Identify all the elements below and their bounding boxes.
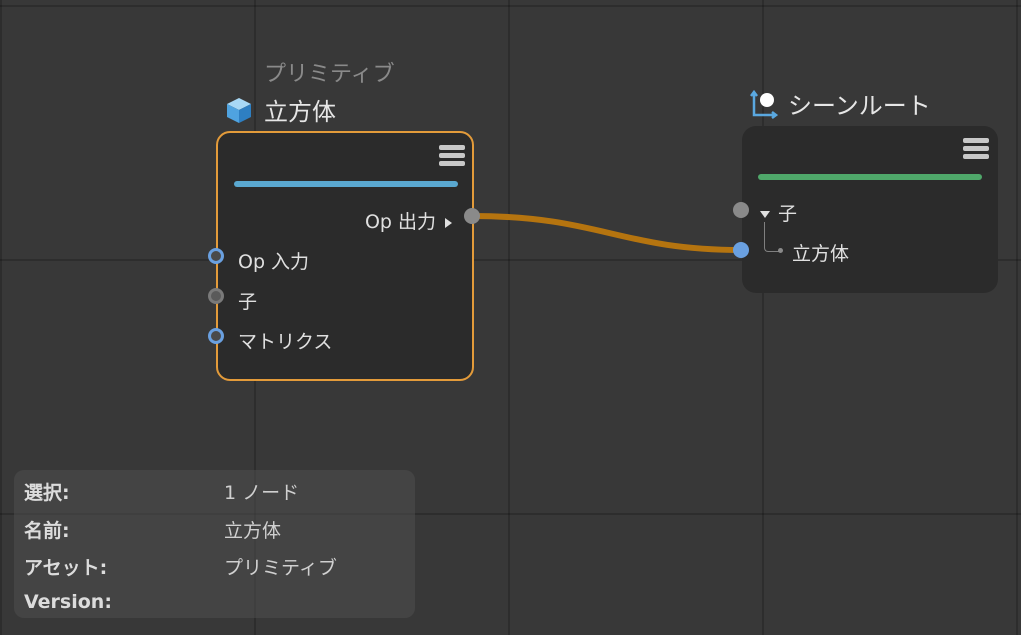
info-value: プリミティブ [224, 557, 337, 579]
info-label: アセット: [24, 557, 108, 579]
info-label: Version: [24, 591, 112, 613]
scene-root-icon [750, 89, 778, 119]
cube-node-subtitle: プリミティブ [264, 62, 395, 87]
scene-root-node-menu-icon[interactable] [963, 138, 989, 162]
wire-op-output-to-cube[interactable] [469, 213, 744, 253]
scene-root-port-child-item-connector[interactable] [733, 242, 749, 258]
info-value: 立方体 [224, 520, 282, 542]
collapse-arrow-icon[interactable] [760, 211, 770, 218]
tree-connector-line [764, 222, 779, 252]
tree-node-dot [778, 248, 783, 253]
cube-port-matrix: マトリクス [238, 327, 332, 354]
scene-root-port-child-item: 立方体 [792, 239, 849, 266]
cube-port-op-output-label: Op 出力 [364, 211, 436, 233]
cube-port-op-input: Op 入力 [238, 247, 309, 274]
cube-node-title[interactable]: 立方体 [224, 92, 336, 127]
scene-root-port-child-label: 子 [778, 203, 798, 225]
scene-root-port-child-item-label: 立方体 [792, 243, 850, 265]
cube-icon [227, 97, 251, 123]
cube-node[interactable]: Op 出力 Op 入力 子 マトリクス [216, 131, 474, 381]
scene-root-port-child-connector[interactable] [733, 202, 749, 218]
info-label: 名前: [24, 520, 70, 542]
node-editor-canvas[interactable]: プリミティブ 立方体 Op 出力 Op 入力 子 マトリクス シーンルート 子 … [0, 0, 1021, 635]
cube-node-menu-icon[interactable] [439, 145, 465, 169]
cube-port-matrix-label: マトリクス [238, 331, 333, 353]
cube-node-color-bar [234, 181, 458, 187]
cube-port-op-output-connector[interactable] [464, 208, 480, 224]
cube-port-child: 子 [238, 287, 257, 314]
selection-info-panel: 選択: 1 ノード 名前: 立方体 アセット: プリミティブ Version: [14, 470, 415, 618]
cube-port-op-input-connector[interactable] [208, 248, 224, 264]
cube-port-op-input-label: Op 入力 [238, 251, 310, 273]
scene-root-node-title[interactable]: シーンルート [748, 86, 931, 121]
scene-root-node-color-bar [758, 174, 982, 180]
expand-arrow-icon[interactable] [445, 217, 452, 228]
cube-node-title-label: 立方体 [264, 98, 336, 126]
cube-port-op-output: Op 出力 [365, 207, 452, 234]
cube-port-child-connector[interactable] [208, 288, 224, 304]
scene-root-node[interactable]: 子 立方体 [742, 126, 998, 293]
scene-root-node-title-label: シーンルート [788, 92, 931, 120]
info-label: 選択: [24, 482, 70, 504]
info-value: 1 ノード [224, 482, 300, 504]
cube-port-matrix-connector[interactable] [208, 328, 224, 344]
cube-port-child-label: 子 [238, 291, 258, 313]
